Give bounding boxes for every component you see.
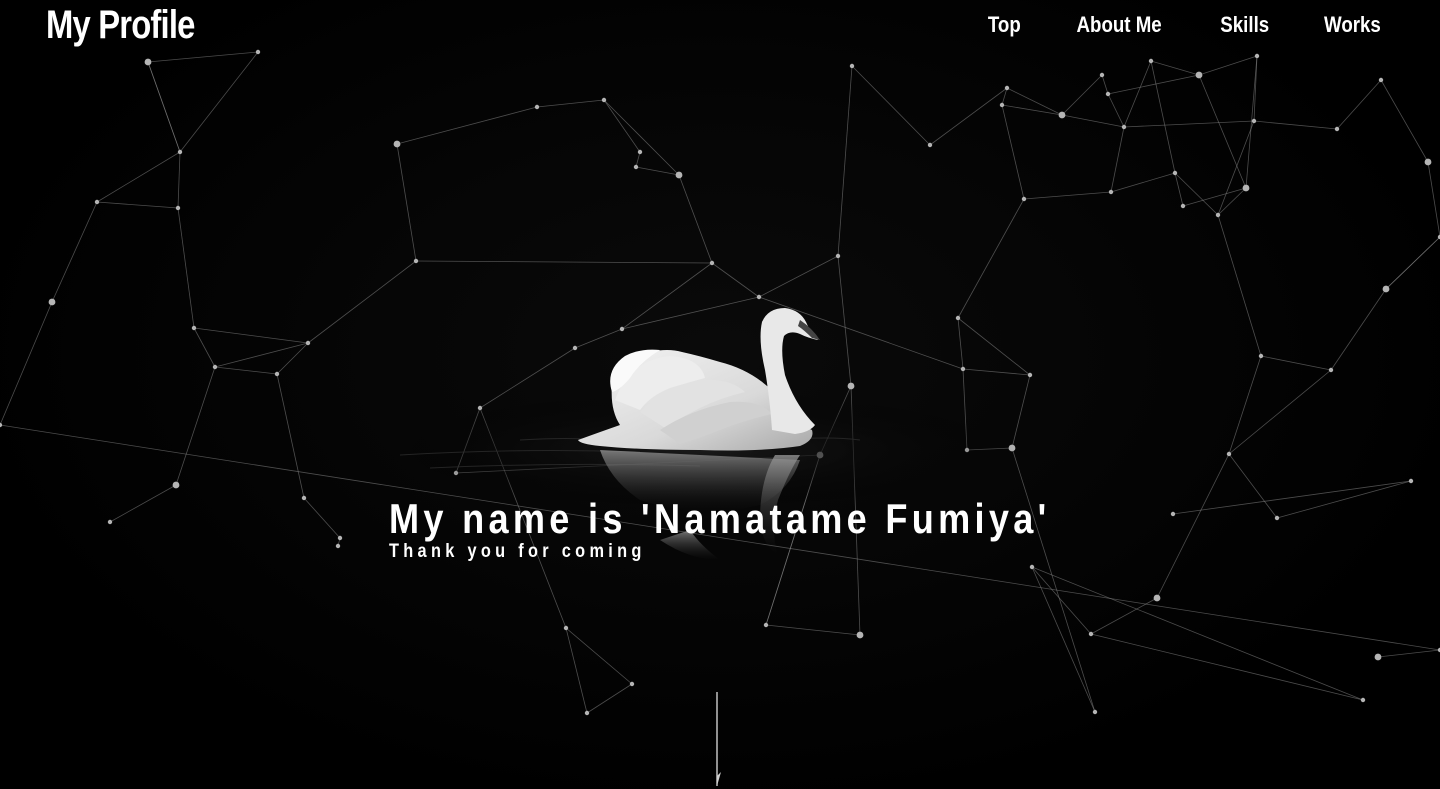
- swan-body: [578, 308, 820, 451]
- site-logo[interactable]: My Profile: [46, 2, 195, 48]
- nav-link-skills[interactable]: Skills: [1220, 8, 1269, 42]
- site-header: My Profile Top About Me Skills Works: [0, 0, 1440, 52]
- hero-text-block: My name is 'Namatame Fumiya' Thank you f…: [389, 495, 1158, 563]
- main-nav: Top About Me Skills Works: [939, 8, 1386, 42]
- nav-link-about-me[interactable]: About Me: [1077, 8, 1162, 42]
- hero-title: My name is 'Namatame Fumiya': [389, 495, 1051, 542]
- nav-link-works[interactable]: Works: [1324, 8, 1381, 42]
- hero-section: My Profile Top About Me Skills Works My …: [0, 0, 1440, 789]
- nav-link-top[interactable]: Top: [988, 8, 1021, 42]
- hero-subtitle: Thank you for coming: [389, 541, 646, 562]
- scroll-down-arrow-icon[interactable]: [708, 692, 728, 788]
- swan-background-image: [380, 308, 1020, 560]
